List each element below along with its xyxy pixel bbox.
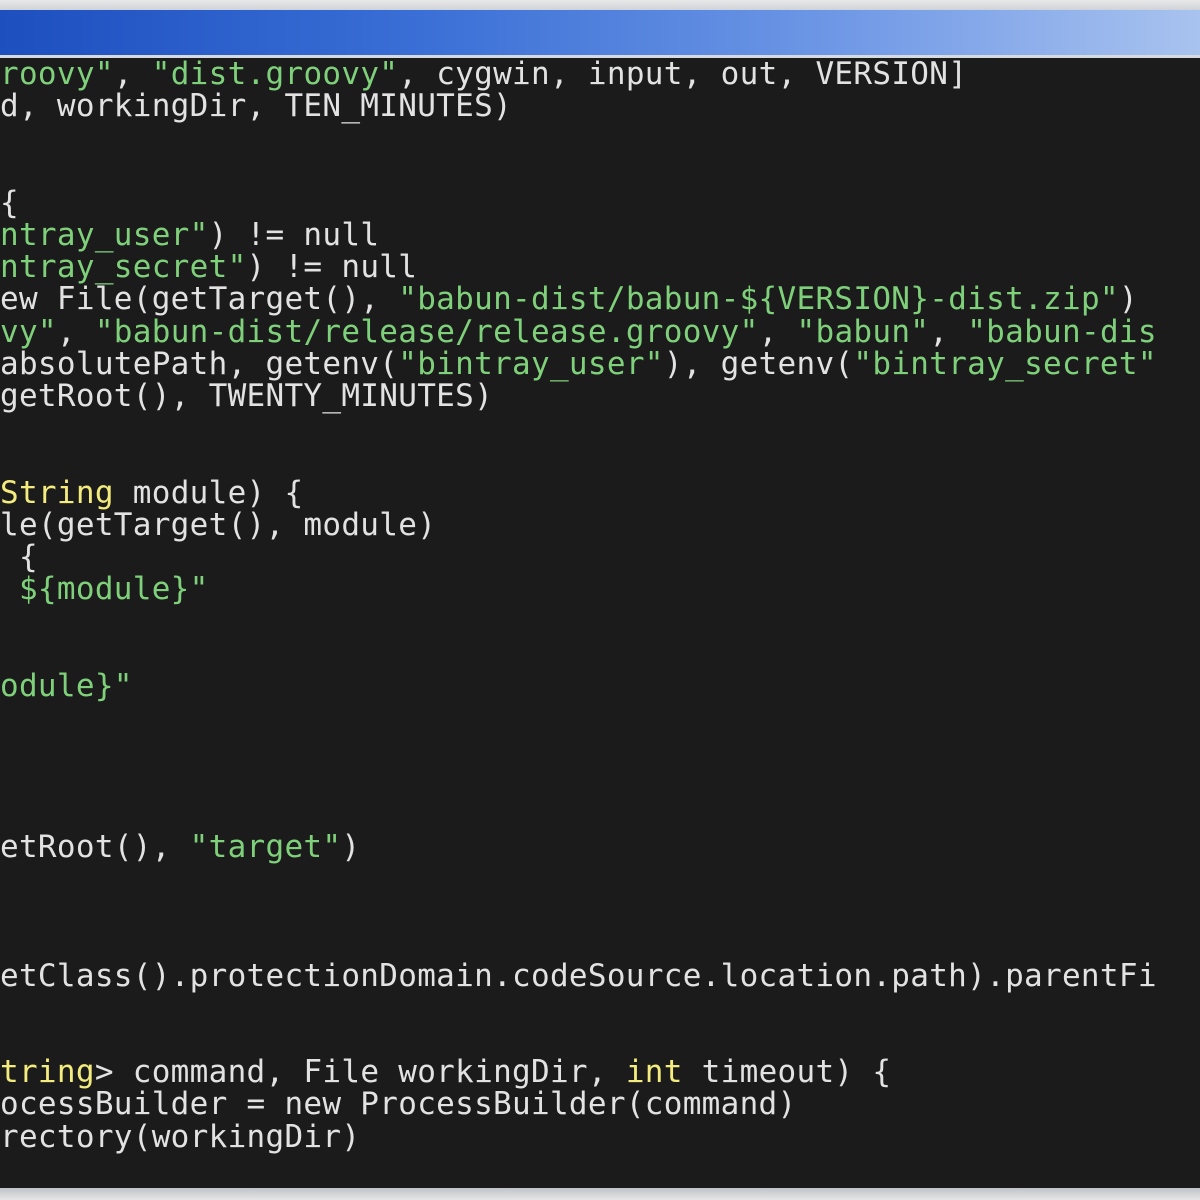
code-token: vy" [0,313,57,350]
code-line: ew File(getTarget(), "babun-dist/babun-$… [0,281,1138,317]
code-token: "babun-dis [967,313,1157,350]
code-token: ), getenv( [663,345,854,382]
code-line: d, workingDir, TEN_MINUTES) [0,88,512,124]
code-line: le(getTarget(), module) [0,507,436,543]
code-line: vy", "babun-dist/release/release.groovy"… [0,314,1157,350]
code-token: { [0,539,38,575]
code-line: roovy", "dist.groovy", cygwin, input, ou… [0,58,967,92]
code-token: "babun" [796,313,930,350]
code-token: "babun-dist/babun-${VERSION}-dist.zip" [398,281,1119,318]
code-token: "bintray_secret" [853,345,1157,382]
code-token: ntray_secret" [0,249,247,286]
code-token: , [758,313,797,350]
code-line: rectory(workingDir) [0,1119,360,1155]
code-token: String [0,474,114,511]
code-token: ntray_user" [0,217,209,253]
code-token: le(getTarget(), module) [0,506,437,543]
code-token: absolutePath, getenv( [0,345,399,382]
code-editor[interactable]: roovy", "dist.groovy", cygwin, input, ou… [0,58,1200,1188]
window-frame-top [0,0,1200,10]
code-token: int [625,1054,683,1091]
terminal-window: roovy", "dist.groovy", cygwin, input, ou… [0,0,1200,1200]
code-line: absolutePath, getenv("bintray_user"), ge… [0,346,1157,382]
code-token: odule}" [0,667,133,704]
code-token: , cygwin, input, out, VERSION] [398,58,968,92]
code-token: d, workingDir, TEN_MINUTES) [0,88,513,125]
code-line: String module) { [0,475,303,511]
code-token: ${module}" [0,571,209,608]
code-token: "bintray_user" [398,345,664,382]
code-token: ) [1118,281,1138,318]
code-line: etClass().protectionDomain.codeSource.lo… [0,958,1157,994]
code-token: roovy" [0,58,114,92]
code-token: module) { [113,474,304,511]
code-line: tring> command, File workingDir, int tim… [0,1054,891,1090]
code-token: etClass().protectionDomain.codeSource.lo… [0,957,1157,994]
code-token: tring [0,1054,95,1091]
window-titlebar[interactable] [0,10,1200,56]
code-line: ${module}" [0,571,209,607]
code-token: ) != null [246,249,418,286]
code-token: etRoot(), [0,828,190,865]
code-line: odule}" [0,668,133,704]
code-token: "dist.groovy" [151,58,399,92]
code-line: ntray_secret") != null [0,249,417,285]
code-token: > command, File workingDir, [94,1054,626,1091]
code-token: { [0,184,19,221]
code-token: "target" [189,828,342,865]
code-line: getRoot(), TWENTY_MINUTES) [0,378,493,414]
code-line: { [0,539,38,575]
code-token: getRoot(), TWENTY_MINUTES) [0,378,494,414]
code-token: ocessBuilder = new ProcessBuilder(comman… [0,1086,797,1123]
code-token: , [929,313,968,350]
code-line: { [0,185,19,221]
code-token: timeout) { [682,1054,892,1091]
window-frame-bottom [0,1188,1200,1200]
code-token: ) != null [208,217,380,253]
code-token: rectory(workingDir) [0,1118,361,1155]
code-line: ocessBuilder = new ProcessBuilder(comman… [0,1086,796,1122]
code-token: "babun-dist/release/release.groovy" [94,313,759,350]
code-line: etRoot(), "target") [0,829,360,865]
code-token: , [113,58,152,92]
code-token: , [56,313,95,350]
code-token: ) [341,828,361,865]
code-token: ew File(getTarget(), [0,281,399,318]
code-line: ntray_user") != null [0,217,379,253]
